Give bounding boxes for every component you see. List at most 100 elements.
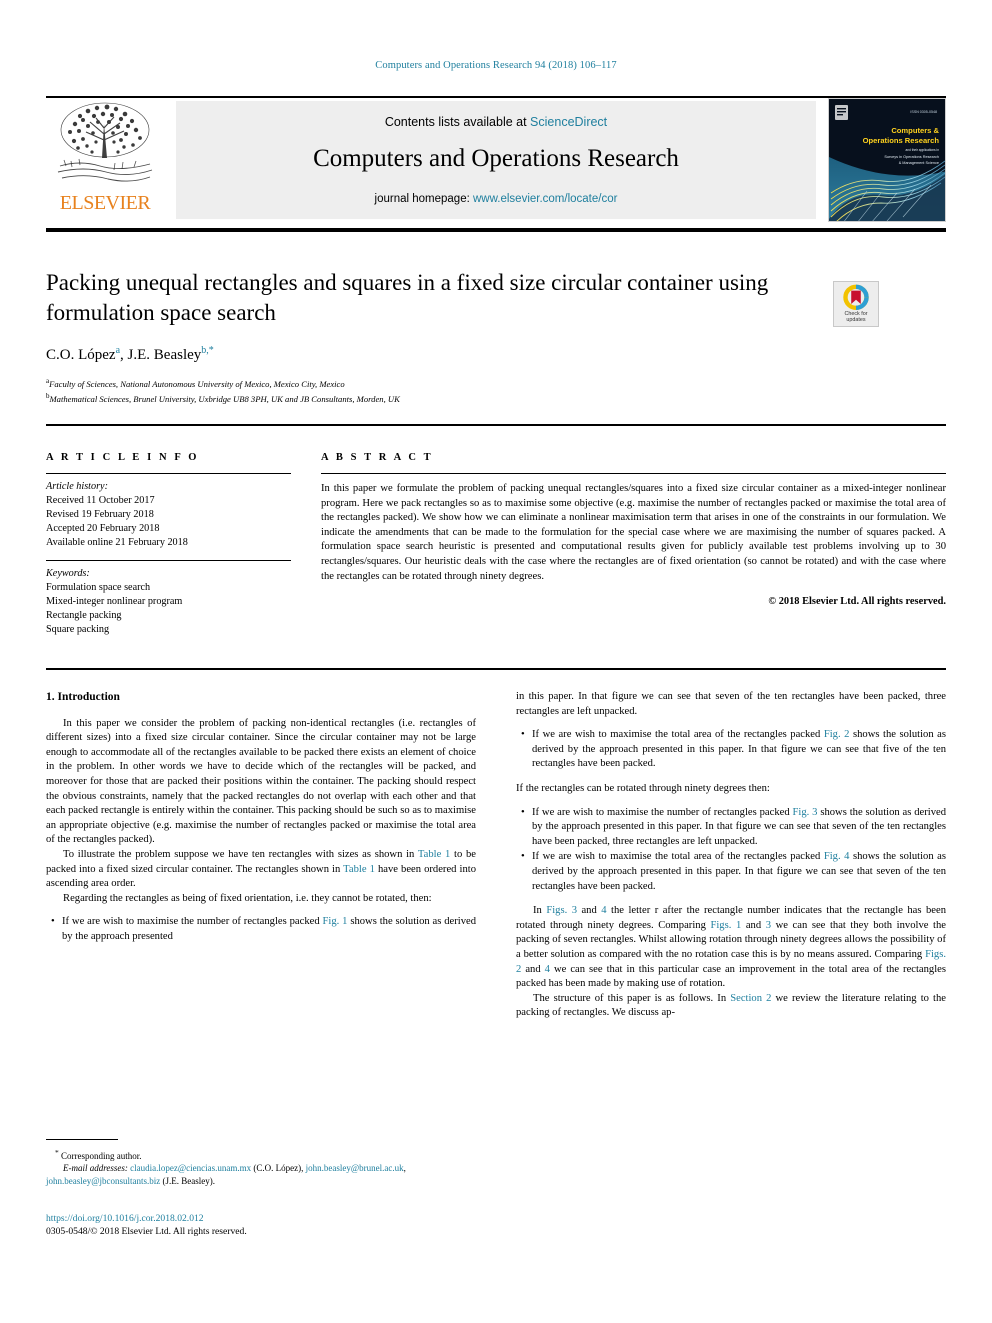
body-column-right: in this paper. In that figure we can see… [516, 690, 946, 1021]
keyword-item: Square packing [46, 624, 110, 635]
email-owner-2: (J.E. Beasley). [162, 1175, 216, 1186]
journal-cover-thumbnail: ISSN 0305-0548 Computers & Operations Re… [828, 98, 946, 222]
abstract-copyright: © 2018 Elsevier Ltd. All rights reserved… [768, 596, 946, 608]
page-title: Packing unequal rectangles and squares i… [46, 270, 769, 325]
email-label: E-mail addresses: [63, 1163, 128, 1174]
article-info-divider-1 [46, 473, 291, 474]
fig-3-link[interactable]: Fig. 3 [793, 807, 818, 818]
asterisk-marker: * [55, 1148, 59, 1157]
svg-text:Operations Research: Operations Research [863, 136, 940, 145]
article-info-heading: A R T I C L E I N F O [46, 452, 200, 463]
keyword-item: Mixed-integer nonlinear program [46, 596, 183, 607]
email-link-1[interactable]: claudia.lopez@ciencias.unam.mx [130, 1163, 251, 1173]
keyword-item: Formulation space search [46, 582, 151, 593]
journal-homepage-line: journal homepage: www.elsevier.com/locat… [176, 193, 816, 205]
svg-text:Surveys in Operations Research: Surveys in Operations Research [884, 155, 939, 159]
paragraph: in this paper. In that figure we can see… [516, 691, 946, 717]
history-item: Available online 21 February 2018 [46, 537, 188, 548]
article-info: A R T I C L E I N F O Article history: R… [46, 452, 301, 637]
fig-4-link[interactable]: Fig. 4 [824, 851, 850, 862]
keyword-item: Rectangle packing [46, 610, 122, 621]
table-1-link[interactable]: Table 1 [418, 849, 450, 860]
text-run: If we are wish to maximise the number of… [532, 806, 793, 818]
author-list: C.O. Lópeza, J.E. Beasleyb,* [46, 345, 214, 363]
bullet-list: If we are wish to maximise the total are… [516, 728, 946, 772]
keywords: Keywords: Formulation space search Mixed… [46, 567, 301, 637]
section-heading-introduction: 1. Introduction [46, 691, 120, 703]
corresponding-author-text: Corresponding author. [61, 1151, 142, 1161]
affiliation-b-text: Mathematical Sciences, Brunel University… [49, 394, 400, 405]
body-column-left: 1. Introduction In this paper we conside… [46, 690, 476, 946]
email-separator: , [403, 1163, 406, 1174]
abstract-heading: A B S T R A C T [321, 452, 434, 463]
text-run: and [577, 905, 602, 917]
journal-masthead: ELSEVIER Contents lists available at Sci… [46, 98, 946, 222]
issn-copyright: 0305-0548/© 2018 Elsevier Ltd. All right… [46, 1226, 247, 1237]
keywords-label: Keywords: [46, 568, 90, 579]
paragraph: In Figs. 3 and 4 the letter r after the … [516, 904, 946, 992]
doi-block: https://doi.org/10.1016/j.cor.2018.02.01… [46, 1212, 476, 1238]
author-2-sup[interactable]: b,* [201, 345, 214, 356]
text-run: The structure of this paper is as follow… [533, 992, 731, 1004]
elsevier-tree-icon [57, 102, 153, 182]
homepage-prefix: journal homepage: [374, 193, 473, 205]
fig-2-link[interactable]: Fig. 2 [824, 729, 850, 740]
abstract-text: In this paper we formulate the problem o… [321, 483, 946, 582]
cover-art: ISSN 0305-0548 Computers & Operations Re… [829, 99, 945, 221]
body-top-rule [46, 668, 946, 670]
author-1: C.O. López [46, 347, 116, 363]
table-1-link[interactable]: Table 1 [343, 864, 375, 875]
history-item: Revised 19 February 2018 [46, 509, 154, 520]
running-head: Computers and Operations Research 94 (20… [375, 60, 617, 71]
list-item: If we are wish to maximise the number of… [51, 915, 476, 944]
figs-3-link[interactable]: Figs. 3 [546, 905, 577, 916]
crossmark-line2: updates [846, 316, 866, 323]
history-item: Received 11 October 2017 [46, 495, 155, 506]
journal-homepage-link[interactable]: www.elsevier.com/locate/cor [473, 193, 617, 205]
footnote-block: * Corresponding author. E-mail addresses… [46, 1139, 476, 1187]
crossmark-badge[interactable]: Check for updates [833, 281, 879, 327]
list-item: If we are wish to maximise the total are… [521, 728, 946, 772]
article-history: Article history: Received 11 October 201… [46, 480, 301, 550]
section-2-link[interactable]: Section 2 [730, 993, 771, 1004]
affiliation-b: bMathematical Sciences, Brunel Universit… [46, 390, 806, 405]
svg-text:and their applications in: and their applications in [906, 148, 940, 152]
figs-1-link[interactable]: Figs. 1 [710, 920, 741, 931]
paragraph: To illustrate the problem suppose we hav… [46, 848, 476, 892]
info-top-rule [46, 424, 946, 426]
contents-prefix: Contents lists available at [384, 115, 531, 129]
article-info-divider-2 [46, 560, 291, 561]
bullet-list: If we are wish to maximise the number of… [46, 915, 476, 944]
history-item: Accepted 20 February 2018 [46, 523, 160, 534]
text-run: and [521, 963, 545, 975]
email-link-3[interactable]: john.beasley@jbconsultants.biz [46, 1176, 160, 1186]
text-run: If we are wish to maximise the number of… [62, 916, 323, 928]
svg-text:ISSN 0305-0548: ISSN 0305-0548 [910, 110, 937, 114]
doi-link[interactable]: https://doi.org/10.1016/j.cor.2018.02.01… [46, 1212, 476, 1225]
contents-line: Contents lists available at ScienceDirec… [176, 115, 816, 129]
abstract-section: A B S T R A C T In this paper we formula… [321, 452, 946, 607]
masthead-center: Contents lists available at ScienceDirec… [176, 101, 816, 219]
sciencedirect-link[interactable]: ScienceDirect [530, 115, 607, 129]
author-1-sup[interactable]: a [116, 345, 120, 356]
email-link-2[interactable]: john.beasley@brunel.ac.uk [306, 1163, 404, 1173]
journal-title: Computers and Operations Research [313, 145, 679, 172]
paragraph: Regarding the rectangles as being of fix… [63, 892, 432, 904]
svg-text:Computers &: Computers & [891, 126, 939, 135]
affiliation-a-text: Faculty of Sciences, National Autonomous… [49, 378, 345, 389]
article-history-label: Article history: [46, 481, 108, 492]
text-run: we can see that in this particular case … [516, 963, 946, 990]
email-owner-1: (C.O. López), [253, 1163, 304, 1174]
elsevier-wordmark: ELSEVIER [59, 192, 151, 214]
list-item: If we are wish to maximise the total are… [521, 850, 946, 894]
paper-page: Computers and Operations Research 94 (20… [0, 0, 992, 1323]
footnote-rule [46, 1139, 118, 1140]
fig-1-link[interactable]: Fig. 1 [323, 916, 348, 927]
crossmark-label: Check for updates [834, 311, 878, 323]
masthead-bottom-rule [46, 228, 946, 232]
bullet-list: If we are wish to maximise the number of… [516, 806, 946, 895]
text-run: and [741, 919, 766, 931]
paragraph: In this paper we consider the problem of… [46, 717, 476, 846]
